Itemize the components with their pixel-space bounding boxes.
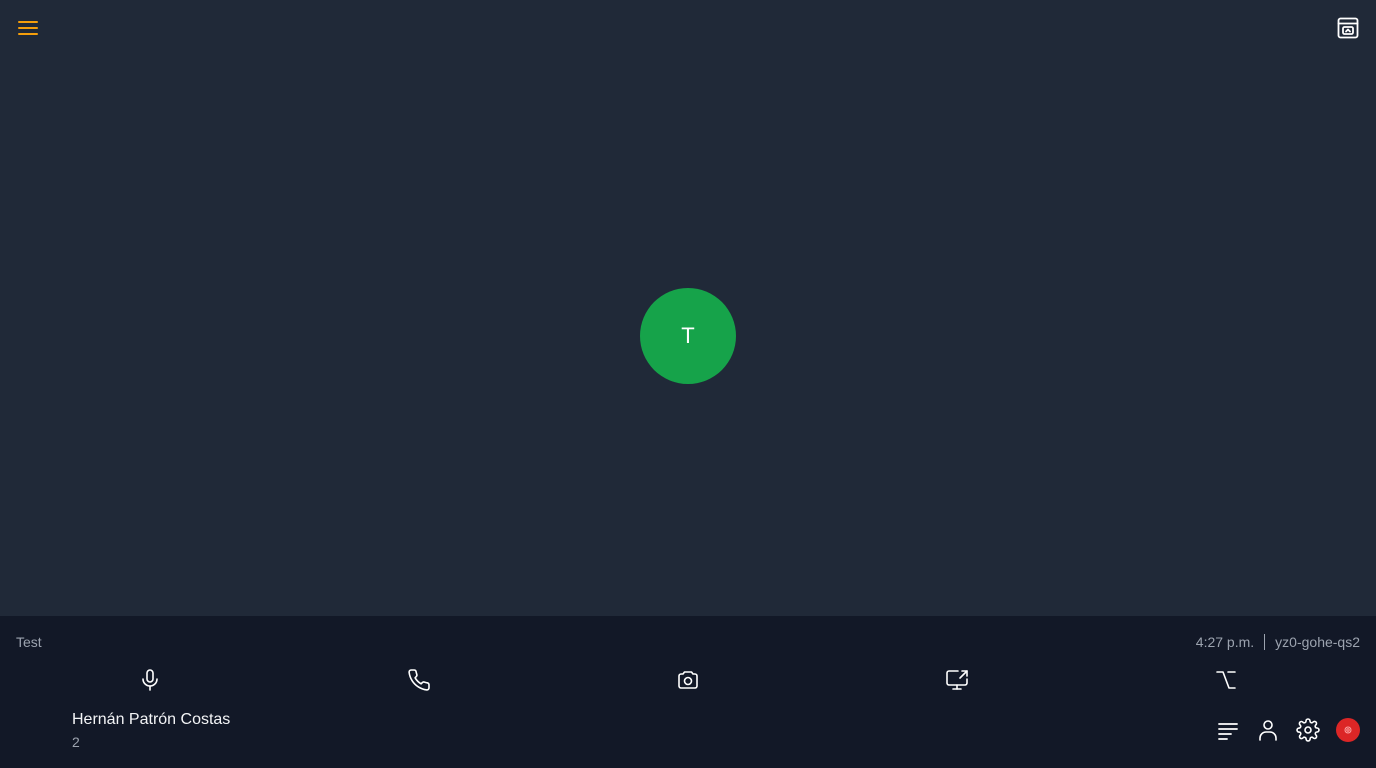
user-icon [1256, 718, 1280, 742]
gear-icon [1296, 718, 1320, 742]
screen-share-button[interactable] [943, 666, 971, 694]
participant-avatar: T [640, 288, 736, 384]
option-key-button[interactable] [1212, 666, 1240, 694]
list-button[interactable] [1214, 716, 1242, 744]
screen-share-icon [945, 668, 969, 692]
meeting-time: 4:27 p.m. [1195, 634, 1255, 650]
video-stage: T [0, 0, 1376, 616]
settings-button[interactable] [1294, 716, 1322, 744]
meeting-meta: 4:27 p.m. yz0-gohe-qs2 [1196, 634, 1360, 650]
record-indicator-icon [1343, 725, 1353, 735]
picture-in-picture-button[interactable] [1334, 14, 1362, 42]
camera-button[interactable] [674, 666, 702, 694]
participant-initial: T [681, 323, 695, 348]
picture-in-picture-icon [1337, 17, 1359, 39]
phone-button[interactable] [405, 666, 433, 694]
microphone-icon [138, 668, 162, 692]
hamburger-menu-icon [18, 20, 38, 36]
participant-count: 2 [72, 734, 80, 750]
list-icon [1216, 718, 1240, 742]
record-indicator[interactable] [1336, 718, 1360, 742]
menu-button[interactable] [14, 14, 42, 42]
user-name: Hernán Patrón Costas [72, 711, 231, 728]
meeting-name: Test [16, 634, 42, 650]
option-key-icon [1214, 668, 1238, 692]
phone-icon [407, 668, 431, 692]
meta-divider [1264, 634, 1266, 650]
participants-button[interactable] [1254, 716, 1282, 744]
meeting-code: yz0-gohe-qs2 [1275, 634, 1360, 650]
microphone-button[interactable] [136, 666, 164, 694]
camera-icon [676, 668, 700, 692]
